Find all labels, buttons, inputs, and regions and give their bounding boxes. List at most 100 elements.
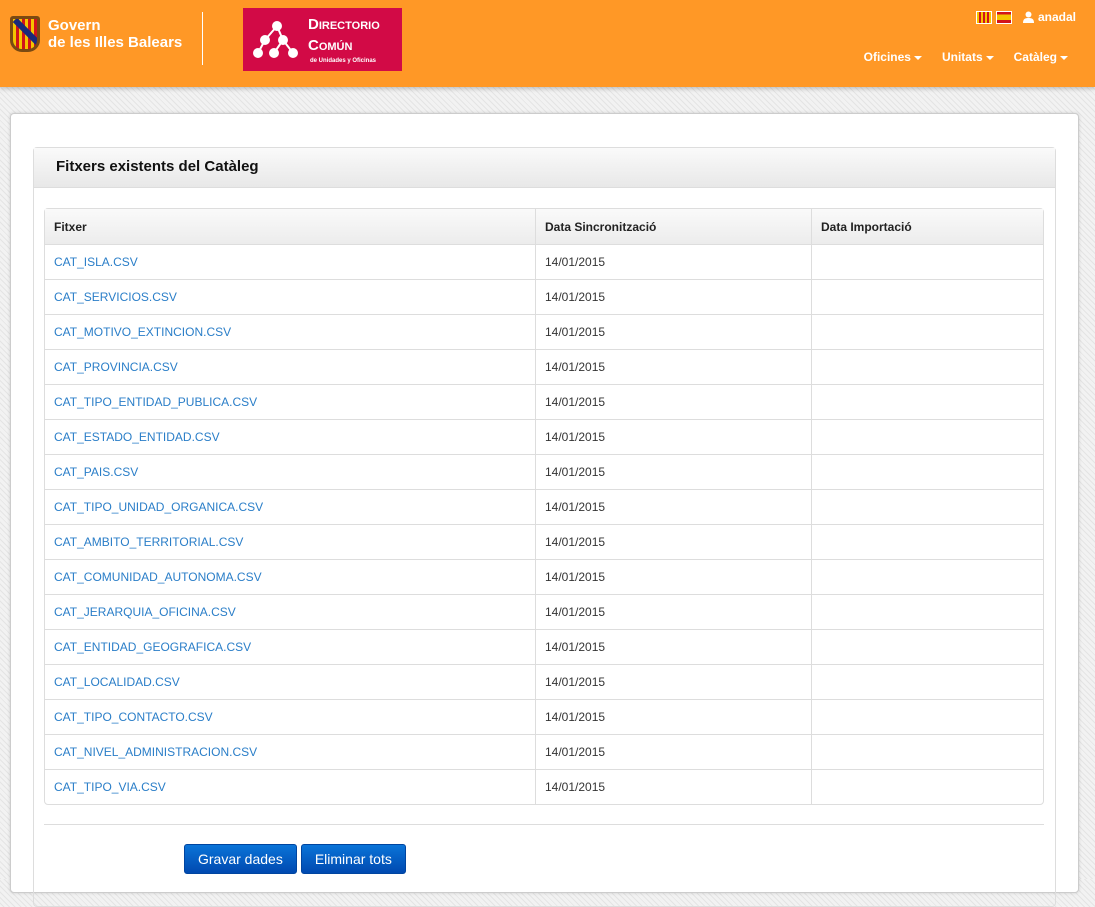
- file-link[interactable]: CAT_SERVICIOS.CSV: [54, 290, 177, 304]
- table-row: CAT_ENTIDAD_GEOGRAFICA.CSV 14/01/2015: [45, 629, 1043, 664]
- sync-date-cell: 14/01/2015: [535, 594, 811, 629]
- sync-date-cell: 14/01/2015: [535, 244, 811, 279]
- file-link[interactable]: CAT_JERARQUIA_OFICINA.CSV: [54, 605, 236, 619]
- nav-label: Unitats: [942, 50, 983, 64]
- file-cell: CAT_ESTADO_ENTIDAD.CSV: [45, 419, 535, 454]
- file-link[interactable]: CAT_TIPO_UNIDAD_ORGANICA.CSV: [54, 500, 263, 514]
- table-row: CAT_COMUNIDAD_AUTONOMA.CSV 14/01/2015: [45, 559, 1043, 594]
- import-date-cell: [811, 419, 1043, 454]
- file-cell: CAT_SERVICIOS.CSV: [45, 279, 535, 314]
- app-subtitle: de Unidades y Oficinas: [310, 58, 376, 64]
- file-cell: CAT_ISLA.CSV: [45, 244, 535, 279]
- import-date-cell: [811, 384, 1043, 419]
- file-link[interactable]: CAT_ISLA.CSV: [54, 255, 138, 269]
- import-date-cell: [811, 489, 1043, 524]
- file-cell: CAT_AMBITO_TERRITORIAL.CSV: [45, 524, 535, 559]
- sync-date-cell: 14/01/2015: [535, 664, 811, 699]
- sync-date-cell: 14/01/2015: [535, 769, 811, 804]
- caret-down-icon: [986, 56, 994, 60]
- file-cell: CAT_PROVINCIA.CSV: [45, 349, 535, 384]
- brand-line1: Govern: [48, 17, 182, 34]
- directorio-comun-logo[interactable]: DirectorioComún de Unidades y Oficinas: [243, 8, 402, 71]
- table-row: CAT_TIPO_ENTIDAD_PUBLICA.CSV 14/01/2015: [45, 384, 1043, 419]
- save-data-button[interactable]: Gravar dades: [184, 844, 297, 874]
- govern-logo[interactable]: Governde les Illes Balears: [10, 16, 182, 52]
- file-cell: CAT_MOTIVO_EXTINCION.CSV: [45, 314, 535, 349]
- header-divider: [202, 12, 203, 65]
- file-cell: CAT_JERARQUIA_OFICINA.CSV: [45, 594, 535, 629]
- caret-down-icon: [1060, 56, 1068, 60]
- sync-date-cell: 14/01/2015: [535, 559, 811, 594]
- spanish-flag-icon[interactable]: [996, 11, 1012, 24]
- sync-date-cell: 14/01/2015: [535, 349, 811, 384]
- column-header-data-sincronitzacio: Data Sincronització: [535, 209, 811, 244]
- file-link[interactable]: CAT_PROVINCIA.CSV: [54, 360, 178, 374]
- file-link[interactable]: CAT_MOTIVO_EXTINCION.CSV: [54, 325, 231, 339]
- file-link[interactable]: CAT_NIVEL_ADMINISTRACION.CSV: [54, 745, 257, 759]
- file-cell: CAT_LOCALIDAD.CSV: [45, 664, 535, 699]
- file-link[interactable]: CAT_PAIS.CSV: [54, 465, 138, 479]
- user-menu[interactable]: anadal: [1023, 10, 1076, 24]
- table-row: CAT_PAIS.CSV 14/01/2015: [45, 454, 1043, 489]
- divider: [44, 824, 1044, 825]
- import-date-cell: [811, 594, 1043, 629]
- file-link[interactable]: CAT_TIPO_CONTACTO.CSV: [54, 710, 213, 724]
- import-date-cell: [811, 314, 1043, 349]
- catalan-flag-icon[interactable]: [976, 11, 992, 24]
- sync-date-cell: 14/01/2015: [535, 524, 811, 559]
- nav-cataleg[interactable]: Catàleg: [1014, 50, 1068, 64]
- panel-title: Fitxers existents del Catàleg: [34, 148, 1055, 188]
- sync-date-cell: 14/01/2015: [535, 279, 811, 314]
- hierarchy-icon: [253, 20, 301, 60]
- file-link[interactable]: CAT_ENTIDAD_GEOGRAFICA.CSV: [54, 640, 251, 654]
- nav-label: Catàleg: [1014, 50, 1057, 64]
- file-cell: CAT_ENTIDAD_GEOGRAFICA.CSV: [45, 629, 535, 664]
- sync-date-cell: 14/01/2015: [535, 314, 811, 349]
- file-cell: CAT_TIPO_VIA.CSV: [45, 769, 535, 804]
- file-link[interactable]: CAT_TIPO_VIA.CSV: [54, 780, 166, 794]
- file-cell: CAT_NIVEL_ADMINISTRACION.CSV: [45, 734, 535, 769]
- brand-line2: de les Illes Balears: [48, 34, 182, 51]
- caret-down-icon: [914, 56, 922, 60]
- coat-of-arms-icon: [10, 16, 40, 52]
- sync-date-cell: 14/01/2015: [535, 699, 811, 734]
- sync-date-cell: 14/01/2015: [535, 454, 811, 489]
- import-date-cell: [811, 524, 1043, 559]
- user-icon: [1023, 11, 1034, 23]
- app-title-line1: Directorio: [308, 14, 380, 35]
- top-header: Governde les Illes Balears DirectorioCom…: [0, 0, 1095, 87]
- catalog-files-panel: Fitxers existents del Catàleg Fitxer Dat…: [33, 147, 1056, 907]
- table-row: CAT_NIVEL_ADMINISTRACION.CSV 14/01/2015: [45, 734, 1043, 769]
- table-row: CAT_MOTIVO_EXTINCION.CSV 14/01/2015: [45, 314, 1043, 349]
- table-row: CAT_SERVICIOS.CSV 14/01/2015: [45, 279, 1043, 314]
- import-date-cell: [811, 559, 1043, 594]
- sync-date-cell: 14/01/2015: [535, 384, 811, 419]
- file-link[interactable]: CAT_ESTADO_ENTIDAD.CSV: [54, 430, 220, 444]
- table-row: CAT_TIPO_VIA.CSV 14/01/2015: [45, 769, 1043, 804]
- sync-date-cell: 14/01/2015: [535, 734, 811, 769]
- sync-date-cell: 14/01/2015: [535, 419, 811, 454]
- file-cell: CAT_TIPO_UNIDAD_ORGANICA.CSV: [45, 489, 535, 524]
- column-header-fitxer: Fitxer: [45, 209, 535, 244]
- delete-all-button[interactable]: Eliminar tots: [301, 844, 406, 874]
- table-row: CAT_AMBITO_TERRITORIAL.CSV 14/01/2015: [45, 524, 1043, 559]
- import-date-cell: [811, 734, 1043, 769]
- table-row: CAT_LOCALIDAD.CSV 14/01/2015: [45, 664, 1043, 699]
- import-date-cell: [811, 769, 1043, 804]
- sync-date-cell: 14/01/2015: [535, 489, 811, 524]
- import-date-cell: [811, 699, 1043, 734]
- file-link[interactable]: CAT_LOCALIDAD.CSV: [54, 675, 180, 689]
- file-link[interactable]: CAT_COMUNIDAD_AUTONOMA.CSV: [54, 570, 262, 584]
- table-row: CAT_PROVINCIA.CSV 14/01/2015: [45, 349, 1043, 384]
- file-cell: CAT_TIPO_CONTACTO.CSV: [45, 699, 535, 734]
- file-cell: CAT_PAIS.CSV: [45, 454, 535, 489]
- nav-unitats[interactable]: Unitats: [942, 50, 994, 64]
- file-link[interactable]: CAT_AMBITO_TERRITORIAL.CSV: [54, 535, 243, 549]
- import-date-cell: [811, 664, 1043, 699]
- file-link[interactable]: CAT_TIPO_ENTIDAD_PUBLICA.CSV: [54, 395, 257, 409]
- import-date-cell: [811, 454, 1043, 489]
- import-date-cell: [811, 629, 1043, 664]
- sync-date-cell: 14/01/2015: [535, 629, 811, 664]
- table-row: CAT_JERARQUIA_OFICINA.CSV 14/01/2015: [45, 594, 1043, 629]
- nav-oficines[interactable]: Oficines: [864, 50, 922, 64]
